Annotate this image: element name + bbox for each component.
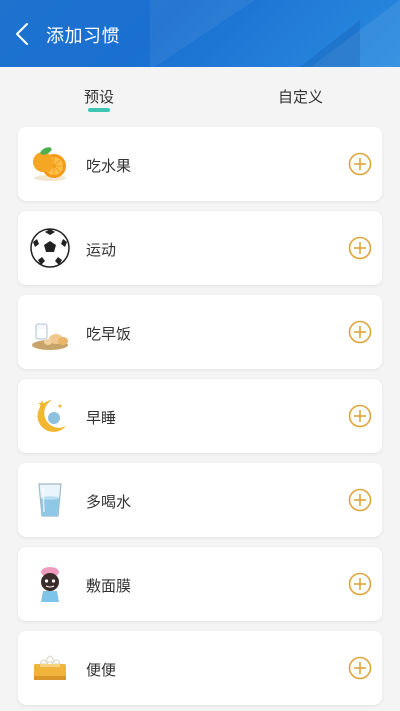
tab-custom[interactable]: 自定义 [278, 86, 323, 107]
habit-card-exercise[interactable]: 运动 [18, 211, 382, 285]
face-mask-icon [41, 567, 59, 602]
habit-label: 运动 [86, 241, 117, 259]
header-decoration [150, 0, 270, 67]
orange-icon [33, 147, 66, 181]
add-circle-icon[interactable] [348, 236, 372, 260]
add-circle-icon[interactable] [348, 404, 372, 428]
habit-label: 敷面膜 [86, 577, 132, 595]
habit-card-fruit[interactable]: 吃水果 [18, 127, 382, 201]
habit-card-bowel[interactable]: 便便 [18, 631, 382, 705]
habit-label: 多喝水 [86, 493, 132, 511]
page-title: 添加习惯 [46, 26, 120, 47]
habit-label: 便便 [86, 661, 117, 679]
add-circle-icon[interactable] [348, 572, 372, 596]
habit-card-sleep-early[interactable]: 早睡 [18, 379, 382, 453]
app-header: 添加习惯 [0, 0, 400, 67]
add-circle-icon[interactable] [348, 320, 372, 344]
soccer-ball-icon [30, 228, 70, 268]
habit-label: 吃早饭 [86, 325, 132, 343]
add-circle-icon[interactable] [348, 152, 372, 176]
breakfast-icon [32, 323, 68, 350]
tissue-box-icon [34, 655, 66, 680]
active-tab-indicator [88, 108, 110, 112]
water-glass-icon [38, 483, 62, 517]
habit-card-drink-water[interactable]: 多喝水 [18, 463, 382, 537]
add-circle-icon[interactable] [348, 656, 372, 680]
habit-label: 吃水果 [86, 157, 132, 175]
moon-icon [37, 400, 66, 432]
habit-card-breakfast[interactable]: 吃早饭 [18, 295, 382, 369]
tab-bar: 预设 自定义 [0, 67, 400, 123]
add-circle-icon[interactable] [348, 488, 372, 512]
tab-preset[interactable]: 预设 [84, 86, 114, 107]
back-arrow-icon[interactable] [12, 22, 34, 46]
habit-label: 早睡 [86, 409, 117, 427]
habit-card-face-mask[interactable]: 敷面膜 [18, 547, 382, 621]
header-decoration [300, 20, 360, 67]
